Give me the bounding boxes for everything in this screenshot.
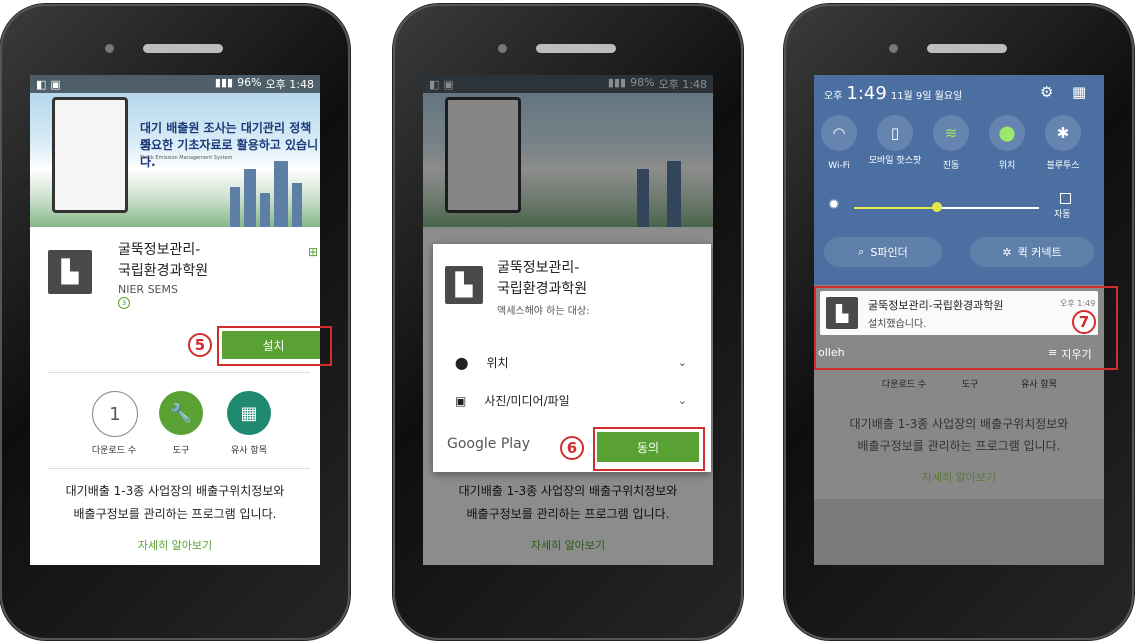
building [260,193,270,227]
downloads-label: 다운로드 수 [881,380,927,390]
qs-label: 모바일 핫스팟 [868,156,922,166]
app-icon: ▙ [48,250,92,294]
chevron-down-icon[interactable]: ⌄ [678,356,687,369]
factory-icon: ▙ [61,259,79,285]
play-store-app-page: 대기 배출원 조사는 대기관리 정책의 중요한 기초자료로 활용하고 있습니다.… [30,75,320,565]
building [244,169,256,227]
app-title-line-2: 국립환경과학원 [118,263,209,279]
screenshot-strip [814,499,1104,565]
google-play-brand: Google Play [447,436,531,452]
app-title-line-1: 굴뚝정보관리- [118,242,201,258]
wifi-icon[interactable]: ◠ [821,115,857,151]
clock-row: 오후 1:49 11월 9일 월요일 [824,83,962,104]
status-bar: ◧ ▣ ▮▮▮ 96% 오후 1:48 [30,75,320,93]
location-icon[interactable]: ⬤ [989,115,1025,151]
brightness-icon: ✹ [828,197,840,213]
permission-media[interactable]: ▣ 사진/미디어/파일 [455,392,570,409]
phone-2: ◧ ▣ ▮▮▮ 98% 오후 1:48 대기배출 1-3종 사업장의 배출구위치정보와… [393,4,743,640]
bluetooth-icon[interactable]: ✱ [1045,115,1081,151]
description-line-2: 배출구정보를 관리하는 프로그램 입니다. [857,439,1061,453]
permission-location[interactable]: ⬤ 위치 [455,354,509,371]
clock: 1:49 [846,83,887,104]
clock: 오후 1:48 [265,78,314,91]
dialog-title-line-1: 굴뚝정보관리- [497,260,580,276]
similar-apps-icon[interactable]: ▦ [227,391,271,435]
grid-icon[interactable]: ▦ [1072,83,1086,101]
tools-label: 도구 [961,380,979,390]
highlight-box [217,326,332,366]
qs-label: 진동 [942,161,960,171]
similar-label: 유사 항목 [231,446,267,456]
earpiece-speaker [927,44,1007,53]
permission-label: 사진/미디어/파일 [484,394,570,408]
qs-label: Wi-Fi [828,161,850,171]
brightness-fill [854,207,937,209]
banner-line-2: 중요한 기초자료로 활용하고 있습니다. [140,138,319,169]
divider [48,468,310,469]
highlight-box [814,286,1118,370]
chevron-down-icon[interactable]: ⌄ [678,394,687,407]
image-icon: ▣ [50,77,61,91]
highlight-box [593,427,705,471]
read-more-link[interactable]: 자세히 알아보기 [30,537,320,553]
tablet-illustration [52,97,128,213]
auto-brightness-checkbox[interactable] [1060,193,1071,204]
earpiece-speaker [536,44,616,53]
vibrate-icon[interactable]: ≋ [933,115,969,151]
earpiece-speaker [143,44,223,53]
step-marker: 5 [188,333,212,357]
qs-label: 위치 [998,161,1016,171]
quick-settings-panel: 오후 1:49 11월 9일 월요일 ⚙ ▦ ◠ ▯ ≋ ⬤ ✱ Wi-Fi 모… [814,75,1104,285]
search-icon: ⌕ [858,245,865,258]
phone-3: 오후 1:49 11월 9일 월요일 ⚙ ▦ ◠ ▯ ≋ ⬤ ✱ Wi-Fi 모… [784,4,1134,640]
dialog-title-line-2: 국립환경과학원 [497,281,588,297]
building [274,161,288,227]
front-camera [105,44,114,53]
quick-connect-icon: ✲ [1002,245,1012,259]
photo-icon: ▣ [455,393,467,408]
date: 11월 9일 월요일 [890,91,963,102]
dialog-subtitle: 액세스해야 하는 대상: [497,306,590,317]
battery-level: 96% [237,76,262,89]
quick-connect-label: 퀵 커넥트 [1017,246,1062,259]
phone-1: 대기 배출원 조사는 대기관리 정책의 중요한 기초자료로 활용하고 있습니다.… [0,4,350,640]
hotspot-icon[interactable]: ▯ [877,115,913,151]
quick-connect-button[interactable]: ✲ 퀵 커넥트 [970,237,1094,267]
description-line-1: 대기배출 1-3종 사업장의 배출구위치정보와 [849,417,1069,431]
auto-label: 자동 [1054,210,1071,220]
front-camera [498,44,507,53]
similar-label: 유사 항목 [1021,380,1057,390]
wishlist-icon[interactable]: ⊞ [308,245,318,259]
front-camera [889,44,898,53]
building [230,187,240,227]
tools-label: 도구 [172,446,190,456]
location-pin-icon: ⬤ [455,355,469,370]
time-prefix: 오후 [824,91,843,102]
divider [48,372,310,373]
s-finder-button[interactable]: ⌕ S파인더 [824,237,942,267]
permission-label: 위치 [486,356,509,370]
banner-subtitle: Stack Emission Management System [140,155,233,161]
notification-icon: ◧ [36,77,47,91]
description-line-1: 대기배출 1-3종 사업장의 배출구위치정보와 [65,484,285,498]
step-marker: 6 [560,436,584,460]
feature-banner: 대기 배출원 조사는 대기관리 정책의 중요한 기초자료로 활용하고 있습니다.… [30,75,320,227]
downloads-circle: 1 [92,391,138,437]
building [292,183,302,227]
gear-icon[interactable]: ⚙ [1040,83,1053,101]
brightness-thumb[interactable] [932,202,942,212]
downloads-label: 다운로드 수 [91,446,137,456]
app-icon: ▙ [445,266,483,304]
step-marker: 7 [1072,310,1096,334]
developer-name[interactable]: NIER SEMS [118,283,178,296]
description-line-2: 배출구정보를 관리하는 프로그램 입니다. [73,507,277,521]
content-rating-badge: 3 [118,297,130,309]
qs-label: 블루투스 [1046,161,1080,171]
s-finder-label: S파인더 [870,246,908,259]
factory-icon: ▙ [455,272,473,298]
wrench-icon[interactable]: 🔧 [159,391,203,435]
read-more-link[interactable]: 자세히 알아보기 [814,469,1104,485]
signal-icon: ▮▮▮ [214,76,234,89]
